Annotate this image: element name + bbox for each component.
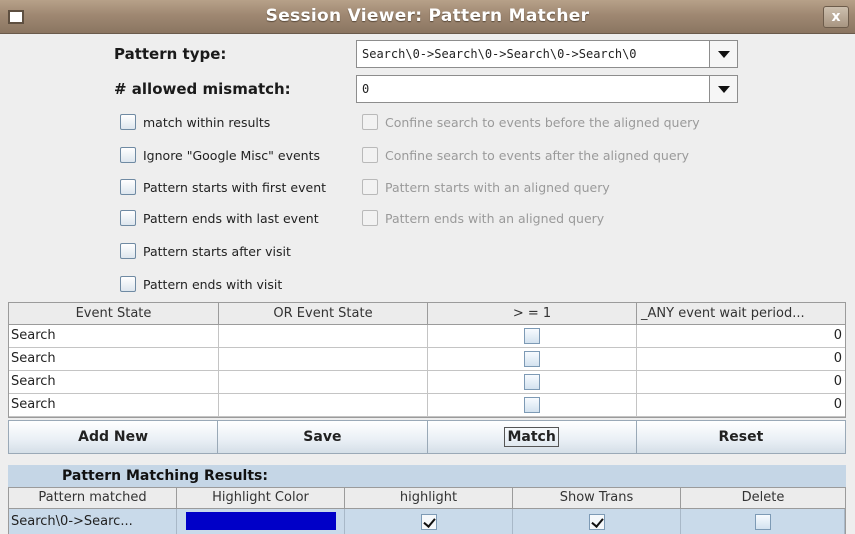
title-bar: Session Viewer: Pattern Matcher x <box>0 0 855 34</box>
close-button[interactable]: x <box>823 6 849 28</box>
table-row[interactable]: Search 0 <box>9 371 845 394</box>
option-starts-first-event[interactable]: Pattern starts with first event <box>120 177 326 197</box>
color-swatch[interactable] <box>185 512 336 530</box>
add-new-button[interactable]: Add New <box>8 420 219 454</box>
column-header-or-event-state[interactable]: OR Event State <box>219 303 428 324</box>
table-row[interactable]: Search\0->Searc... <box>9 509 845 534</box>
pattern-matched-cell[interactable]: Search\0->Searc... <box>9 509 177 534</box>
checkbox <box>362 114 378 130</box>
wait-period-cell[interactable]: 0 <box>637 348 845 370</box>
match-button-label: Match <box>504 427 559 447</box>
column-header-wait-period[interactable]: _ANY event wait period... <box>637 303 845 324</box>
column-header-show-trans[interactable]: Show Trans <box>513 488 681 508</box>
checkbox <box>362 179 378 195</box>
event-state-cell[interactable]: Search <box>9 325 219 347</box>
highlight-color-cell[interactable] <box>177 509 345 534</box>
or-event-state-cell[interactable] <box>219 371 428 393</box>
table-header: Pattern matched Highlight Color highligh… <box>9 488 845 509</box>
checkbox[interactable] <box>120 114 136 130</box>
or-event-state-cell[interactable] <box>219 394 428 416</box>
option-label: Pattern starts after visit <box>143 243 291 259</box>
option-label: Pattern ends with last event <box>143 210 319 226</box>
wait-period-cell[interactable]: 0 <box>637 325 845 347</box>
option-ends-with-visit[interactable]: Pattern ends with visit <box>120 274 282 294</box>
save-button[interactable]: Save <box>218 420 428 454</box>
column-header-at-least-one[interactable]: > = 1 <box>428 303 637 324</box>
mismatch-label: # allowed mismatch: <box>114 80 291 98</box>
window-title: Session Viewer: Pattern Matcher <box>265 6 590 26</box>
checkbox[interactable] <box>120 179 136 195</box>
show-trans-checkbox[interactable] <box>588 514 605 530</box>
wait-period-cell[interactable]: 0 <box>637 371 845 393</box>
at-least-one-checkbox[interactable] <box>524 351 540 367</box>
highlight-cell <box>345 509 513 534</box>
pattern-type-dropdown-button[interactable] <box>709 41 737 67</box>
option-ignore-google-misc[interactable]: Ignore "Google Misc" events <box>120 145 320 165</box>
results-section-title: Pattern Matching Results: <box>8 465 846 487</box>
event-state-cell[interactable]: Search <box>9 348 219 370</box>
checkbox[interactable] <box>120 243 136 259</box>
option-label: Pattern starts with an aligned query <box>385 179 610 195</box>
chevron-down-icon <box>718 86 730 93</box>
table-row[interactable]: Search 0 <box>9 394 845 417</box>
at-least-one-checkbox[interactable] <box>524 328 540 344</box>
column-header-highlight[interactable]: highlight <box>345 488 513 508</box>
at-least-one-cell <box>428 371 637 393</box>
option-label: Confine search to events after the align… <box>385 147 690 163</box>
table-row[interactable]: Search 0 <box>9 348 845 371</box>
action-button-bar: Add New Save Match Reset <box>8 420 846 454</box>
option-confine-before-query: Confine search to events before the alig… <box>362 112 700 132</box>
event-state-table: Event State OR Event State > = 1 _ANY ev… <box>8 302 846 418</box>
column-header-highlight-color[interactable]: Highlight Color <box>177 488 345 508</box>
or-event-state-cell[interactable] <box>219 325 428 347</box>
pattern-type-label: Pattern type: <box>114 45 227 63</box>
mismatch-value: 0 <box>362 82 370 96</box>
checkbox[interactable] <box>120 147 136 163</box>
table-header: Event State OR Event State > = 1 _ANY ev… <box>9 303 845 325</box>
show-trans-cell <box>513 509 681 534</box>
option-label: match within results <box>143 114 271 130</box>
option-starts-after-visit[interactable]: Pattern starts after visit <box>120 241 291 261</box>
option-ends-last-event[interactable]: Pattern ends with last event <box>120 208 319 228</box>
match-button[interactable]: Match <box>427 420 637 454</box>
table-row[interactable]: Search 0 <box>9 325 845 348</box>
pattern-type-select[interactable]: Search\0->Search\0->Search\0->Search\0 <box>356 40 738 68</box>
option-label: Confine search to events before the alig… <box>385 114 700 130</box>
option-label: Pattern ends with an aligned query <box>385 210 605 226</box>
checkbox <box>362 147 378 163</box>
chevron-down-icon <box>718 51 730 58</box>
mismatch-select[interactable]: 0 <box>356 75 738 103</box>
at-least-one-cell <box>428 394 637 416</box>
column-header-event-state[interactable]: Event State <box>9 303 219 324</box>
checkbox[interactable] <box>120 276 136 292</box>
mismatch-dropdown-button[interactable] <box>709 76 737 102</box>
checkbox[interactable] <box>120 210 136 226</box>
delete-checkbox[interactable] <box>754 514 771 530</box>
event-state-cell[interactable]: Search <box>9 394 219 416</box>
option-label: Ignore "Google Misc" events <box>143 147 321 163</box>
option-label: Pattern starts with first event <box>143 179 327 195</box>
at-least-one-cell <box>428 348 637 370</box>
reset-button[interactable]: Reset <box>636 420 846 454</box>
results-table: Pattern matched Highlight Color highligh… <box>8 487 846 534</box>
highlight-checkbox[interactable] <box>420 514 437 530</box>
column-header-pattern-matched[interactable]: Pattern matched <box>9 488 177 508</box>
delete-cell <box>681 509 845 534</box>
checkbox <box>362 210 378 226</box>
at-least-one-checkbox[interactable] <box>524 397 540 413</box>
wait-period-cell[interactable]: 0 <box>637 394 845 416</box>
at-least-one-cell <box>428 325 637 347</box>
option-label: Pattern ends with visit <box>143 276 283 292</box>
or-event-state-cell[interactable] <box>219 348 428 370</box>
event-state-cell[interactable]: Search <box>9 371 219 393</box>
option-confine-after-query: Confine search to events after the align… <box>362 145 689 165</box>
option-ends-aligned-query: Pattern ends with an aligned query <box>362 208 604 228</box>
pattern-type-value: Search\0->Search\0->Search\0->Search\0 <box>362 47 637 61</box>
column-header-delete[interactable]: Delete <box>681 488 845 508</box>
option-match-within-results[interactable]: match within results <box>120 112 270 132</box>
at-least-one-checkbox[interactable] <box>524 374 540 390</box>
option-starts-aligned-query: Pattern starts with an aligned query <box>362 177 610 197</box>
